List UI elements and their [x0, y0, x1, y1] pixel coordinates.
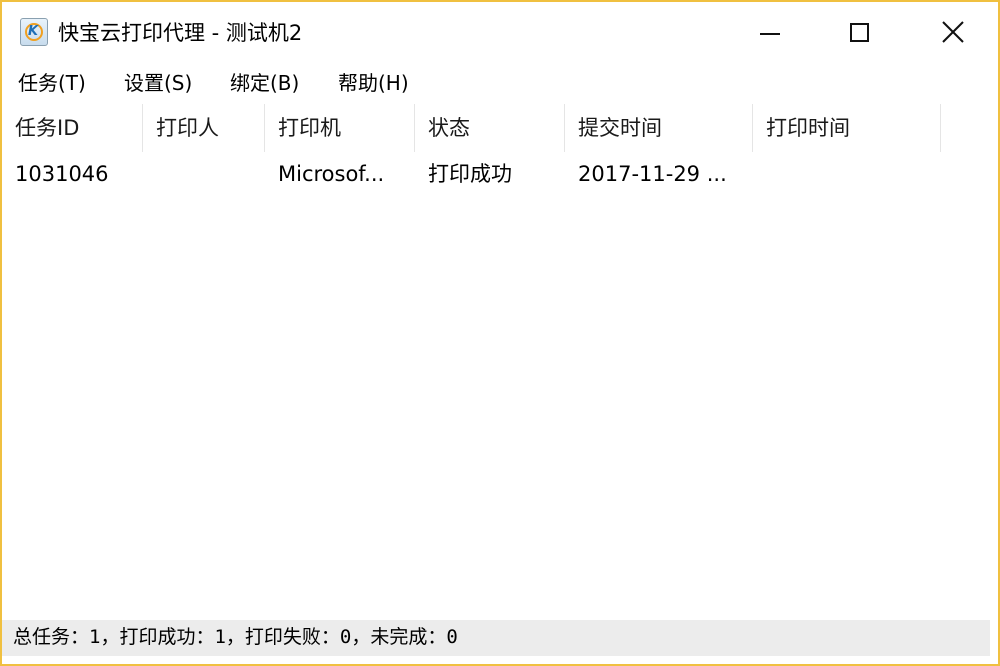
- maximize-icon: [850, 23, 869, 42]
- cell-submit-time: 2017-11-29 ...: [578, 162, 727, 186]
- column-header-printer[interactable]: 打印机: [265, 104, 415, 152]
- menu-task[interactable]: 任务(T): [18, 68, 86, 98]
- column-header-status[interactable]: 状态: [415, 104, 565, 152]
- menu-bind[interactable]: 绑定(B): [230, 68, 299, 98]
- title-bar[interactable]: K 快宝云打印代理 - 测试机2: [2, 2, 998, 62]
- status-summary: 总任务：1，打印成功：1，打印失败：0，未完成：0: [13, 626, 458, 648]
- close-icon: [942, 21, 964, 43]
- cell-task-id: 1031046: [15, 162, 109, 186]
- cell-status: 打印成功: [428, 162, 512, 186]
- cell-printer-user: [143, 152, 265, 196]
- menu-settings[interactable]: 设置(S): [124, 68, 192, 98]
- menu-help[interactable]: 帮助(H): [338, 68, 409, 98]
- app-window: K 快宝云打印代理 - 测试机2 任务(T) 设置(S) 绑定(B) 帮助(H)…: [0, 0, 1000, 666]
- column-header-print-time[interactable]: 打印时间: [753, 104, 941, 152]
- status-bar: 总任务：1，打印成功：1，打印失败：0，未完成：0: [2, 620, 990, 656]
- list-header: 任务ID 打印人 打印机 状态 提交时间 打印时间: [2, 104, 998, 152]
- kuaibao-app-icon[interactable]: K: [20, 18, 48, 46]
- window-title: 快宝云打印代理 - 测试机2: [58, 21, 303, 45]
- task-list[interactable]: 任务ID 打印人 打印机 状态 提交时间 打印时间 1031046 Micros…: [2, 104, 998, 618]
- minimize-button[interactable]: [724, 2, 816, 62]
- column-header-printer-user[interactable]: 打印人: [143, 104, 265, 152]
- cell-print-time: [753, 152, 941, 196]
- close-button[interactable]: [906, 2, 998, 62]
- maximize-button[interactable]: [814, 2, 906, 62]
- cell-printer: Microsof...: [278, 162, 385, 186]
- menu-bar: 任务(T) 设置(S) 绑定(B) 帮助(H): [2, 64, 998, 102]
- column-header-submit-time[interactable]: 提交时间: [565, 104, 753, 152]
- column-header-task-id[interactable]: 任务ID: [2, 104, 143, 152]
- minimize-icon: [760, 33, 780, 35]
- table-row[interactable]: 1031046 Microsof... 打印成功 2017-11-29 ...: [2, 152, 998, 196]
